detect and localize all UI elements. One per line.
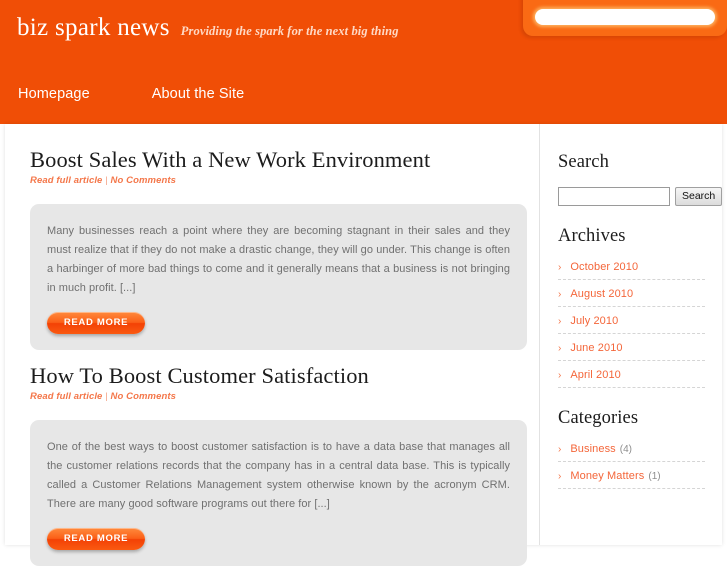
post-meta: Read full article | No Comments xyxy=(30,175,527,186)
site-branding: biz spark news Providing the spark for t… xyxy=(17,14,399,42)
search-input[interactable] xyxy=(558,187,670,206)
categories-list: › Business (4) › Money Matters (1) xyxy=(558,443,705,489)
nav-item-about-the-site[interactable]: About the Site xyxy=(152,82,245,106)
list-item[interactable]: › June 2010 xyxy=(558,342,705,361)
widget-title-archives: Archives xyxy=(558,226,626,246)
list-item[interactable]: › Business (4) xyxy=(558,443,705,462)
page-body: Boost Sales With a New Work Environment … xyxy=(0,124,727,566)
widget-categories: Categories › Business (4) › Money Matter… xyxy=(558,408,705,489)
main-content: Boost Sales With a New Work Environment … xyxy=(5,124,539,566)
post-title: How To Boost Customer Satisfaction xyxy=(30,363,369,388)
chevron-right-icon: › xyxy=(558,316,562,327)
archive-link[interactable]: July 2010 xyxy=(570,315,618,327)
post-excerpt-box: One of the best ways to boost customer s… xyxy=(30,420,527,566)
widget-title-search: Search xyxy=(558,152,609,172)
page-inner-shell: Boost Sales With a New Work Environment … xyxy=(5,124,723,566)
list-item[interactable]: › October 2010 xyxy=(558,261,705,280)
list-item[interactable]: › April 2010 xyxy=(558,369,705,388)
widget-archives: Archives › October 2010 › August 2010 › … xyxy=(558,226,705,388)
archive-link[interactable]: June 2010 xyxy=(570,342,622,354)
archive-link[interactable]: October 2010 xyxy=(570,261,638,273)
archive-link[interactable]: April 2010 xyxy=(570,369,621,381)
site-title: biz spark news xyxy=(17,14,170,41)
search-form: Search xyxy=(558,187,723,206)
post-excerpt-text: One of the best ways to boost customer s… xyxy=(47,441,510,510)
read-more-button[interactable]: READ MORE xyxy=(47,312,145,334)
read-full-article-link[interactable]: Read full article xyxy=(30,175,102,186)
chevron-right-icon: › xyxy=(558,262,562,273)
comments-link[interactable]: No Comments xyxy=(111,175,177,186)
archive-link[interactable]: August 2010 xyxy=(570,288,633,300)
category-link[interactable]: Business xyxy=(570,443,615,455)
post-excerpt-text: Many businesses reach a point where they… xyxy=(47,225,510,294)
header-search-input[interactable] xyxy=(535,9,715,25)
list-item[interactable]: › Money Matters (1) xyxy=(558,470,705,489)
chevron-right-icon: › xyxy=(558,444,562,455)
chevron-right-icon: › xyxy=(558,343,562,354)
chevron-right-icon: › xyxy=(558,471,562,482)
widget-title-categories: Categories xyxy=(558,408,639,428)
widget-search: Search Search xyxy=(558,152,723,206)
category-count: (1) xyxy=(648,471,661,482)
site-tagline: Providing the spark for the next big thi… xyxy=(180,24,399,38)
post-item: How To Boost Customer Satisfaction Read … xyxy=(30,362,527,566)
category-count: (4) xyxy=(619,444,633,455)
post-title: Boost Sales With a New Work Environment xyxy=(30,147,431,172)
post-meta: Read full article | No Comments xyxy=(30,391,527,402)
archives-list: › October 2010 › August 2010 › July 2010… xyxy=(558,261,705,388)
sidebar: Search Search Archives › October 2010 › … xyxy=(539,124,723,545)
category-link[interactable]: Money Matters xyxy=(570,470,644,482)
search-button[interactable]: Search xyxy=(675,187,723,206)
site-header: biz spark news Providing the spark for t… xyxy=(0,0,727,124)
list-item[interactable]: › August 2010 xyxy=(558,288,705,307)
post-excerpt-box: Many businesses reach a point where they… xyxy=(30,204,527,350)
primary-navigation: Homepage About the Site xyxy=(0,82,244,106)
meta-separator: | xyxy=(105,391,108,402)
meta-separator: | xyxy=(105,175,108,186)
read-full-article-link[interactable]: Read full article xyxy=(30,391,102,402)
list-item[interactable]: › July 2010 xyxy=(558,315,705,334)
header-search-panel xyxy=(523,0,727,36)
chevron-right-icon: › xyxy=(558,370,562,381)
read-more-button[interactable]: READ MORE xyxy=(47,528,145,550)
chevron-right-icon: › xyxy=(558,289,562,300)
nav-item-homepage[interactable]: Homepage xyxy=(18,82,90,106)
post-item: Boost Sales With a New Work Environment … xyxy=(30,146,527,350)
comments-link[interactable]: No Comments xyxy=(111,391,177,402)
